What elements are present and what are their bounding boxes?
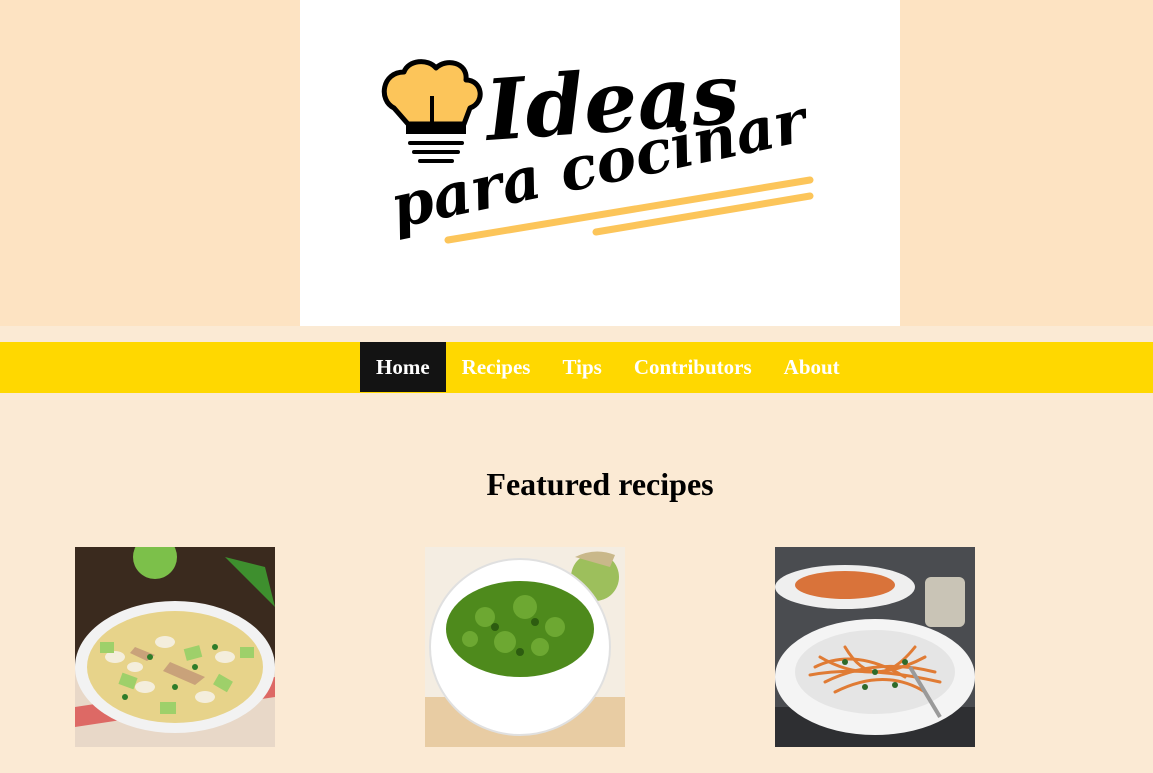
- carrot-salad-image: [775, 547, 975, 747]
- nav-list: Home Recipes Tips Contributors About: [360, 342, 856, 393]
- nav-home[interactable]: Home: [360, 342, 446, 392]
- nav-about[interactable]: About: [768, 342, 856, 392]
- recipe-card-soup[interactable]: [75, 547, 275, 747]
- recipe-card-salsa[interactable]: [425, 547, 625, 747]
- nav-contributors[interactable]: Contributors: [618, 342, 768, 392]
- soup-image: [75, 547, 275, 747]
- nav-tips[interactable]: Tips: [546, 342, 617, 392]
- main-navbar: Home Recipes Tips Contributors About: [0, 342, 1153, 393]
- featured-recipes-title: Featured recipes: [486, 466, 714, 502]
- chef-hat-icon: [381, 59, 483, 163]
- nav-recipes[interactable]: Recipes: [446, 342, 547, 392]
- recipe-card-carrot-salad[interactable]: [775, 547, 975, 747]
- salsa-image: [425, 547, 625, 747]
- site-logo[interactable]: Ideas para cocinar: [300, 0, 900, 326]
